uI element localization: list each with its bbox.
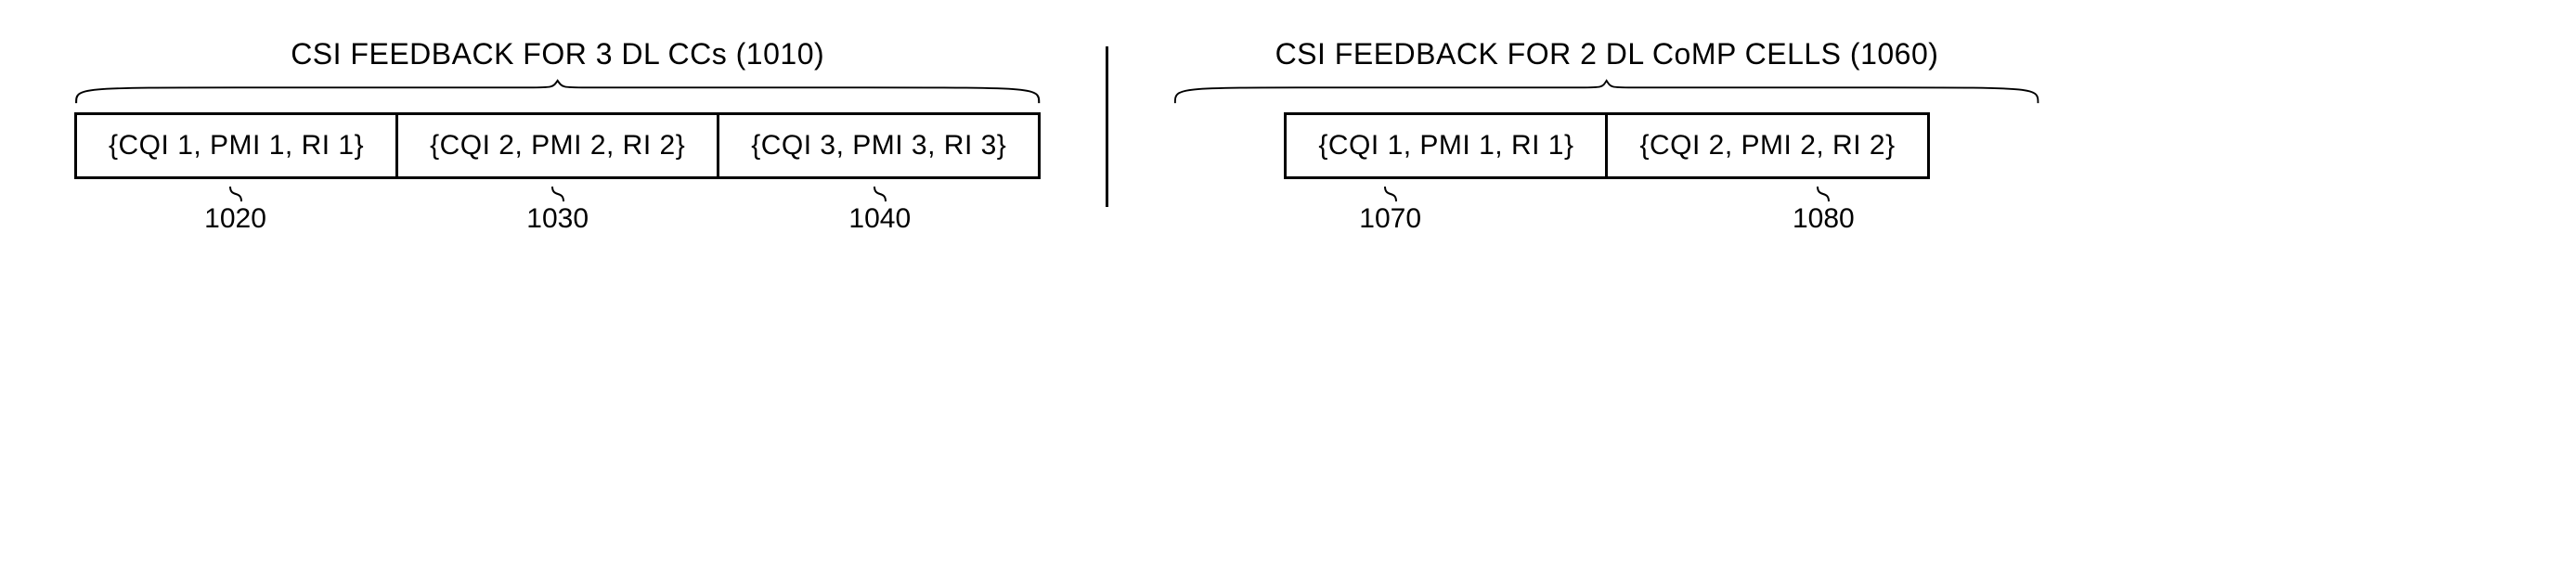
right-brace-icon — [1173, 79, 2039, 105]
right-panel: CSI FEEDBACK FOR 2 DL CoMP CELLS (1060) … — [1173, 37, 2039, 235]
right-title: CSI FEEDBACK FOR 2 DL CoMP CELLS (1060) — [1275, 37, 1939, 71]
callout-tick-icon — [225, 185, 247, 201]
left-brace-icon — [74, 79, 1041, 105]
right-refs: 1070 1080 — [1173, 179, 2039, 235]
left-cell-2: {CQI 2, PMI 2, RI 2} — [395, 115, 717, 176]
right-row: {CQI 1, PMI 1, RI 1} {CQI 2, PMI 2, RI 2… — [1284, 112, 1929, 179]
left-ref-3: 1040 — [718, 185, 1041, 235]
left-refs: 1020 1030 1040 — [74, 179, 1041, 235]
left-cell-3: {CQI 3, PMI 3, RI 3} — [717, 115, 1038, 176]
left-ref-3-num: 1040 — [848, 203, 911, 235]
right-ref-1: 1070 — [1173, 185, 1607, 235]
callout-tick-icon — [869, 185, 891, 201]
right-ref-2: 1080 — [1607, 185, 2040, 235]
left-panel: CSI FEEDBACK FOR 3 DL CCs (1010) {CQI 1,… — [74, 37, 1041, 235]
right-cell-2: {CQI 2, PMI 2, RI 2} — [1605, 115, 1926, 176]
left-row: {CQI 1, PMI 1, RI 1} {CQI 2, PMI 2, RI 2… — [74, 112, 1041, 179]
left-ref-1-num: 1020 — [204, 203, 266, 235]
callout-tick-icon — [1812, 185, 1834, 201]
left-title: CSI FEEDBACK FOR 3 DL CCs (1010) — [291, 37, 824, 71]
left-ref-1: 1020 — [74, 185, 396, 235]
vertical-divider — [1106, 46, 1108, 207]
callout-tick-icon — [547, 185, 569, 201]
left-ref-2: 1030 — [396, 185, 718, 235]
left-ref-2-num: 1030 — [526, 203, 589, 235]
right-cell-1: {CQI 1, PMI 1, RI 1} — [1287, 115, 1605, 176]
callout-tick-icon — [1379, 185, 1402, 201]
left-cell-1: {CQI 1, PMI 1, RI 1} — [77, 115, 395, 176]
right-ref-2-num: 1080 — [1793, 203, 1855, 235]
right-ref-1-num: 1070 — [1359, 203, 1421, 235]
csi-feedback-figure: CSI FEEDBACK FOR 3 DL CCs (1010) {CQI 1,… — [74, 37, 2502, 235]
